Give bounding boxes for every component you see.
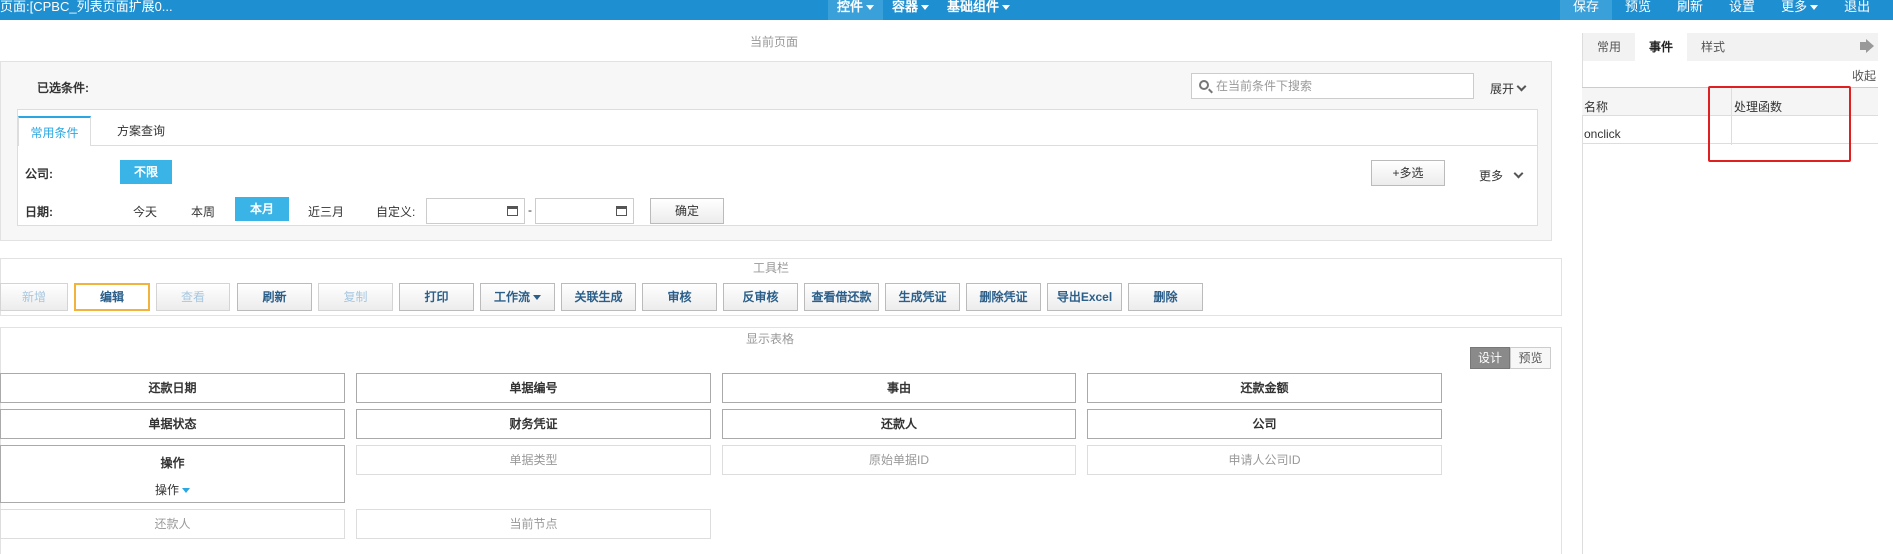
column-cell[interactable]: 当前节点 <box>356 509 711 539</box>
caret-down-icon <box>1810 5 1819 11</box>
caret-down-icon <box>182 488 190 494</box>
column-cell[interactable]: 单据编号 <box>356 373 711 403</box>
calendar-icon <box>507 206 518 216</box>
workflow-button[interactable]: 工作流 <box>480 283 555 311</box>
multi-select-button[interactable]: +多选 <box>1371 160 1445 186</box>
column-cell[interactable]: 还款人 <box>0 509 345 539</box>
column-cell[interactable]: 公司 <box>1087 409 1442 439</box>
view-loan-repayment-button[interactable]: 查看借还款 <box>804 283 879 311</box>
top-actions: 保存 预览 刷新 设置 更多 退出 <box>1560 0 1883 20</box>
menu-controls[interactable]: 控件 <box>828 0 884 20</box>
column-header-name: 名称 <box>1584 100 1609 114</box>
page-title: 页面:[CPBC_列表页面扩展0... <box>0 0 173 14</box>
selected-conditions-label: 已选条件: <box>37 81 89 95</box>
operation-column-title: 操作 <box>160 456 185 470</box>
chevron-down-icon <box>1513 168 1524 179</box>
end-date-input[interactable] <box>535 198 634 224</box>
section-toolbar-label: 工具栏 <box>753 261 790 275</box>
view-button[interactable]: 查看 <box>156 283 230 311</box>
date-last-three-months[interactable]: 近三月 <box>308 203 344 220</box>
date-range-dash: - <box>528 203 532 217</box>
column-cell[interactable]: 申请人公司ID <box>1087 445 1442 475</box>
generate-voucher-button[interactable]: 生成凭证 <box>885 283 960 311</box>
caret-down-icon <box>533 295 541 301</box>
date-this-month[interactable]: 本月 <box>235 197 289 221</box>
column-cell[interactable]: 原始单据ID <box>722 445 1076 475</box>
top-bar: 页面:[CPBC_列表页面扩展0... 控件 容器 基础组件 保存 预览 刷新 … <box>0 0 1893 20</box>
export-excel-button[interactable]: 导出Excel <box>1047 283 1122 311</box>
menu-basic-components[interactable]: 基础组件 <box>938 0 1019 20</box>
tab-common-conditions[interactable]: 常用条件 <box>18 116 91 146</box>
menu-containers[interactable]: 容器 <box>883 0 938 20</box>
date-label: 日期: <box>25 205 53 219</box>
tab-scheme-query[interactable]: 方案查询 <box>117 116 165 146</box>
chevron-down-icon <box>1516 81 1527 92</box>
more-toggle[interactable]: 更多 <box>1479 167 1524 184</box>
edit-button[interactable]: 编辑 <box>74 283 150 311</box>
column-cell[interactable]: 事由 <box>722 373 1076 403</box>
tab-events[interactable]: 事件 <box>1635 33 1687 61</box>
date-this-week[interactable]: 本周 <box>191 203 215 220</box>
exit-button[interactable]: 退出 <box>1831 0 1883 20</box>
preview-mode-button[interactable]: 预览 <box>1510 347 1551 369</box>
column-cell[interactable]: 还款日期 <box>0 373 345 403</box>
confirm-button[interactable]: 确定 <box>650 198 724 224</box>
company-label: 公司: <box>25 167 53 181</box>
save-button[interactable]: 保存 <box>1560 0 1613 20</box>
copy-button[interactable]: 复制 <box>318 283 393 311</box>
refresh-list-button[interactable]: 刷新 <box>237 283 312 311</box>
expand-toggle[interactable]: 展开 <box>1490 80 1527 97</box>
collapse-arrow-icon[interactable] <box>1860 39 1874 53</box>
linked-generate-button[interactable]: 关联生成 <box>561 283 636 311</box>
company-unlimited-chip[interactable]: 不限 <box>120 160 172 184</box>
highlight-box <box>1708 86 1851 162</box>
date-today[interactable]: 今天 <box>133 203 157 220</box>
tab-styles[interactable]: 样式 <box>1687 33 1739 61</box>
column-cell[interactable]: 还款人 <box>722 409 1076 439</box>
settings-button[interactable]: 设置 <box>1716 0 1768 20</box>
add-button[interactable]: 新增 <box>0 283 68 311</box>
caret-down-icon <box>1002 5 1011 11</box>
collapse-link[interactable]: 收起 <box>1852 67 1876 84</box>
calendar-icon <box>616 206 627 216</box>
caret-down-icon <box>921 5 930 11</box>
column-cell[interactable]: 还款金额 <box>1087 373 1442 403</box>
tab-divider <box>18 145 1537 146</box>
column-cell[interactable]: 单据状态 <box>0 409 345 439</box>
delete-voucher-button[interactable]: 删除凭证 <box>966 283 1041 311</box>
caret-down-icon <box>866 5 875 11</box>
operation-column-cell[interactable]: 操作 操作 <box>0 445 345 503</box>
search-input[interactable]: 在当前条件下搜索 <box>1191 73 1474 99</box>
section-current-page-label: 当前页面 <box>750 35 799 49</box>
custom-date-label: 自定义: <box>376 205 416 219</box>
search-icon <box>1199 80 1209 90</box>
more-button[interactable]: 更多 <box>1768 0 1831 20</box>
delete-button[interactable]: 删除 <box>1128 283 1203 311</box>
section-table-label: 显示表格 <box>746 332 795 346</box>
column-cell[interactable]: 单据类型 <box>356 445 711 475</box>
component-menus: 控件 容器 基础组件 <box>828 0 1019 20</box>
print-button[interactable]: 打印 <box>399 283 474 311</box>
event-name: onclick <box>1584 127 1621 141</box>
operation-dropdown[interactable]: 操作 <box>1 481 344 498</box>
column-cell[interactable]: 财务凭证 <box>356 409 711 439</box>
unapprove-button[interactable]: 反审核 <box>723 283 798 311</box>
approve-button[interactable]: 审核 <box>642 283 717 311</box>
design-mode-button[interactable]: 设计 <box>1470 347 1510 369</box>
preview-button[interactable]: 预览 <box>1612 0 1664 20</box>
tab-common[interactable]: 常用 <box>1583 33 1635 61</box>
search-placeholder: 在当前条件下搜索 <box>1216 79 1313 93</box>
refresh-button[interactable]: 刷新 <box>1664 0 1716 20</box>
start-date-input[interactable] <box>426 198 525 224</box>
